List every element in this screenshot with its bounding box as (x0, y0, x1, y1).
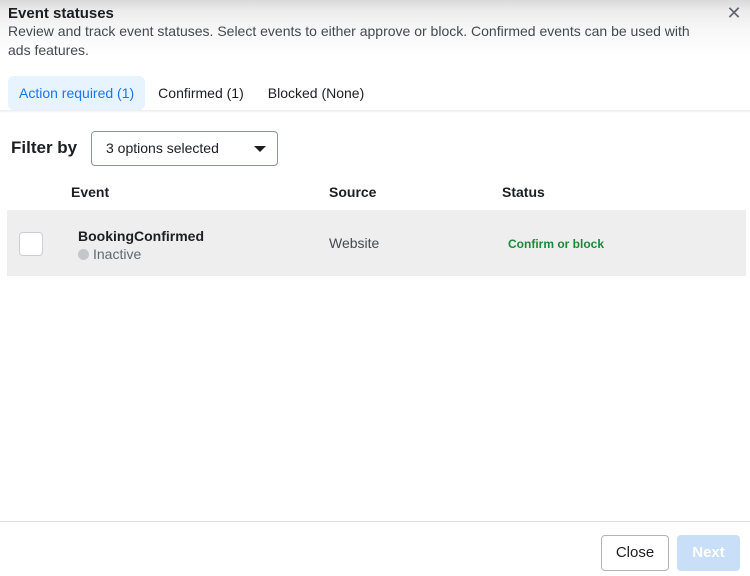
event-state-label: Inactive (93, 246, 142, 262)
column-header-source: Source (329, 184, 377, 200)
confirm-or-block-link[interactable]: Confirm or block (508, 237, 604, 251)
table-row: BookingConfirmed Inactive Website Confir… (7, 210, 746, 276)
status-tabs: Action required (1) Confirmed (1) Blocke… (8, 76, 377, 110)
tab-blocked[interactable]: Blocked (None) (257, 76, 376, 110)
column-header-status: Status (502, 184, 545, 200)
inactive-dot-icon (78, 248, 89, 260)
event-source: Website (329, 235, 380, 251)
filter-label: Filter by (11, 138, 78, 157)
tab-confirmed[interactable]: Confirmed (1) (147, 76, 255, 110)
footer-divider (0, 521, 750, 522)
tab-action-required[interactable]: Action required (1) (8, 76, 146, 110)
filter-selected-value: 3 options selected (106, 140, 219, 156)
dialog-description: Review and track event statuses. Select … (8, 23, 690, 58)
caret-down-icon (254, 146, 266, 152)
next-button: Next (677, 535, 740, 571)
event-name: BookingConfirmed (78, 228, 204, 244)
dialog-title: Event statuses (8, 5, 114, 22)
close-icon[interactable]: ✕ (725, 4, 743, 22)
filter-dropdown[interactable]: 3 options selected (91, 131, 278, 166)
close-button[interactable]: Close (601, 535, 669, 571)
tabs-divider (0, 110, 750, 113)
column-header-event: Event (71, 184, 110, 200)
event-statuses-dialog: Event statuses ✕ Review and track event … (0, 0, 750, 576)
row-checkbox[interactable] (19, 232, 43, 256)
event-activity-status: Inactive (78, 246, 141, 262)
